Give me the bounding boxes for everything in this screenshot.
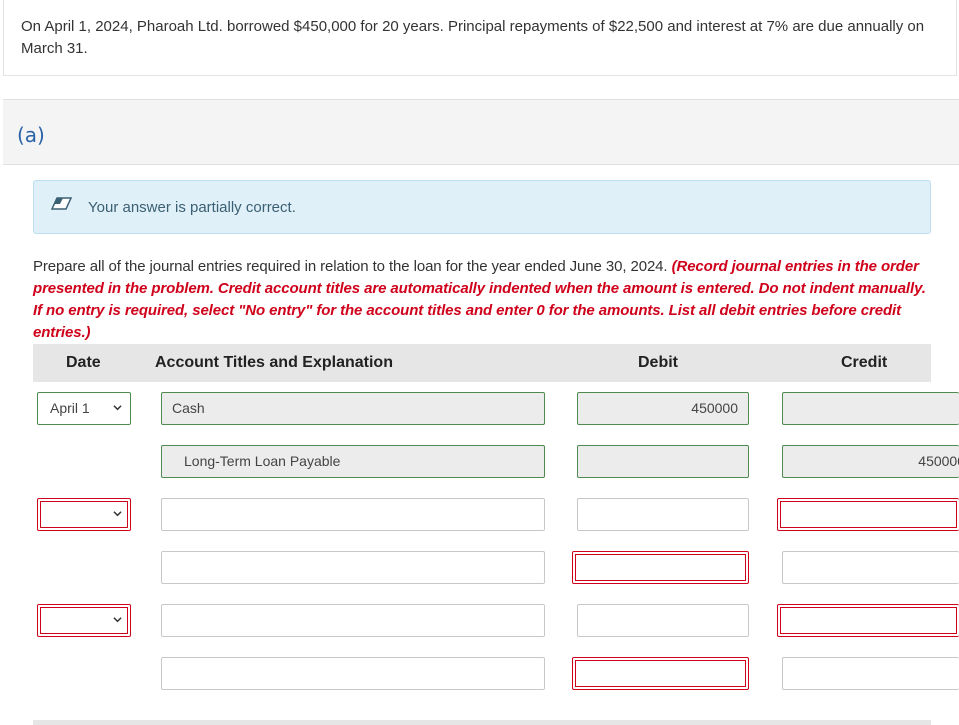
- debit-value: 450000: [691, 400, 738, 416]
- header-account: Account Titles and Explanation: [155, 354, 393, 371]
- account-title-input[interactable]: [161, 551, 545, 584]
- date-select[interactable]: [37, 604, 131, 637]
- account-title-input[interactable]: [161, 604, 545, 637]
- chevron-down-icon: [113, 405, 122, 411]
- credit-input[interactable]: 450000: [782, 445, 959, 478]
- header-credit: Credit: [841, 354, 888, 371]
- account-title-input[interactable]: Long-Term Loan Payable: [161, 445, 545, 478]
- credit-value: 450000: [918, 453, 959, 469]
- debit-input[interactable]: [572, 657, 749, 690]
- account-title-input[interactable]: [161, 498, 545, 531]
- problem-text: On April 1, 2024, Pharoah Ltd. borrowed …: [21, 18, 925, 57]
- debit-input[interactable]: 450000: [577, 392, 749, 425]
- credit-input[interactable]: [777, 498, 959, 531]
- account-title-value: Long-Term Loan Payable: [184, 453, 341, 469]
- part-header: (a): [3, 99, 959, 165]
- instructions: Prepare all of the journal entries requi…: [33, 256, 938, 344]
- credit-input[interactable]: [782, 551, 959, 584]
- date-select-value: April 1: [50, 400, 90, 416]
- date-select[interactable]: April 1: [37, 392, 131, 425]
- debit-input[interactable]: [577, 445, 749, 478]
- table-bottom-border: [33, 720, 931, 725]
- feedback-text: Your answer is partially correct.: [88, 199, 296, 216]
- instructions-text: Prepare all of the journal entries requi…: [33, 258, 672, 275]
- chevron-down-icon: [113, 511, 122, 517]
- part-label: (a): [17, 123, 45, 147]
- debit-input[interactable]: [577, 498, 749, 531]
- account-title-value: Cash: [172, 400, 205, 416]
- debit-input[interactable]: [577, 604, 749, 637]
- chevron-down-icon: [113, 617, 122, 623]
- header-date: Date: [66, 354, 101, 371]
- credit-input[interactable]: [782, 392, 959, 425]
- problem-statement-box: On April 1, 2024, Pharoah Ltd. borrowed …: [3, 0, 957, 76]
- debit-input[interactable]: [572, 551, 749, 584]
- credit-input[interactable]: [782, 657, 959, 690]
- credit-input[interactable]: [777, 604, 959, 637]
- feedback-banner: Your answer is partially correct.: [33, 180, 931, 234]
- journal-table-header: Date Account Titles and Explanation Debi…: [33, 344, 931, 382]
- account-title-input[interactable]: [161, 657, 545, 690]
- header-debit: Debit: [638, 354, 678, 371]
- date-select[interactable]: [37, 498, 131, 531]
- account-title-input[interactable]: Cash: [161, 392, 545, 425]
- eraser-icon: [51, 197, 73, 210]
